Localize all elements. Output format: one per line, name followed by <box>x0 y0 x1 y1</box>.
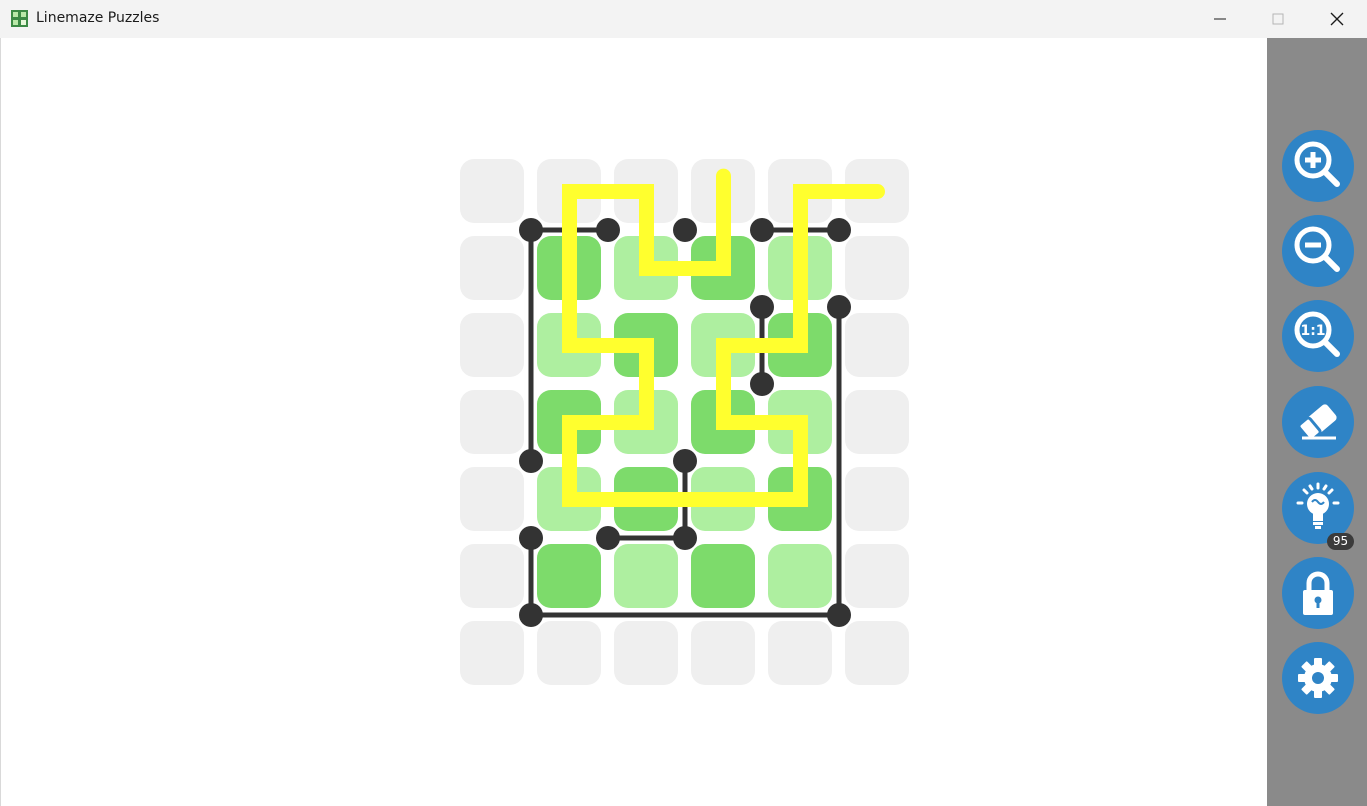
zoom-out-button[interactable] <box>1282 215 1354 287</box>
zoom-actual-size-button[interactable]: 1:1 <box>1282 300 1354 372</box>
maximize-icon <box>1272 13 1284 25</box>
lock-button[interactable] <box>1282 557 1354 629</box>
minimize-button[interactable] <box>1197 0 1243 38</box>
app-icon <box>11 10 28 27</box>
close-button[interactable] <box>1314 0 1360 38</box>
window-title: Linemaze Puzzles <box>36 10 160 26</box>
zoom-1-1-label: 1:1 <box>1300 323 1325 339</box>
minimize-icon <box>1214 18 1226 20</box>
gear-icon <box>1298 658 1338 698</box>
eraser-icon <box>1297 404 1337 442</box>
hint-count-badge: 95 <box>1327 533 1354 550</box>
eraser-button[interactable] <box>1282 386 1354 458</box>
zoom-1-1-icon: 1:1 <box>1294 311 1340 357</box>
title-bar: Linemaze Puzzles <box>0 0 1367 39</box>
zoom-in-button[interactable] <box>1282 130 1354 202</box>
close-icon <box>1330 12 1344 26</box>
settings-button[interactable] <box>1282 642 1354 714</box>
maximize-button[interactable] <box>1255 0 1301 38</box>
lock-icon <box>1303 571 1333 615</box>
zoom-in-icon <box>1294 141 1340 187</box>
zoom-out-icon <box>1294 226 1340 272</box>
game-area <box>0 38 1268 806</box>
